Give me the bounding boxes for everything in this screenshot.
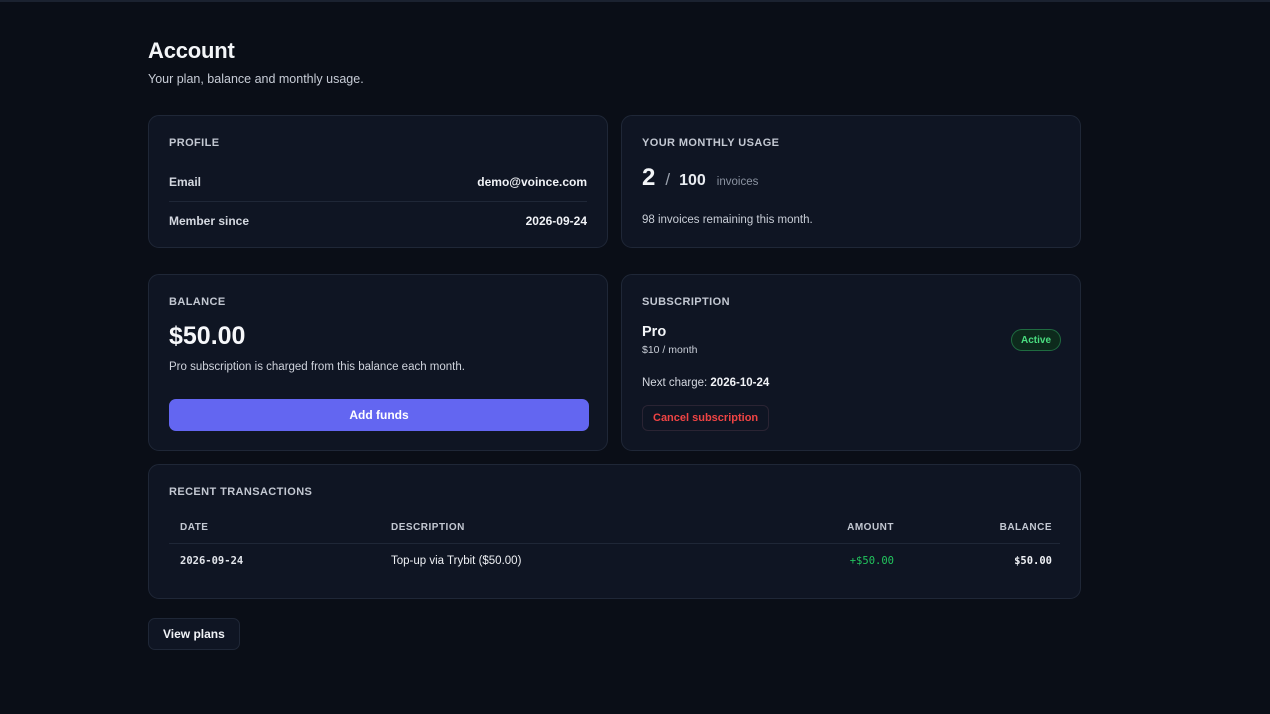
column-header-balance: BALANCE — [999, 522, 1052, 533]
monthly-usage-card: YOUR MONTHLY USAGE 2 / 100 invoices 98 i… — [621, 115, 1081, 248]
usage-remaining-text: 98 invoices remaining this month. — [642, 214, 813, 226]
next-charge: Next charge: 2026-10-24 — [642, 377, 769, 389]
balance-amount: $50.00 — [169, 322, 246, 350]
member-since-value: 2026-09-24 — [525, 214, 587, 228]
usage-used: 2 — [642, 164, 656, 191]
status-badge: Active — [1010, 329, 1061, 351]
page-subtitle: Your plan, balance and monthly usage. — [148, 72, 364, 86]
transaction-balance: $50.00 — [1014, 555, 1052, 567]
column-header-date: DATE — [180, 522, 209, 533]
divider — [169, 201, 587, 202]
next-charge-date: 2026-10-24 — [710, 377, 770, 389]
email-label: Email — [169, 175, 202, 189]
usage-separator: / — [665, 170, 671, 189]
recent-transactions-card: RECENT TRANSACTIONS DATE DESCRIPTION AMO… — [148, 464, 1081, 599]
cancel-subscription-button[interactable]: Cancel subscription — [642, 405, 770, 431]
usage-limit: 100 — [679, 172, 706, 189]
transaction-date: 2026-09-24 — [180, 555, 244, 567]
add-funds-button[interactable]: Add funds — [169, 399, 589, 431]
table-row: 2026-09-24 Top-up via Trybit ($50.00) +$… — [169, 544, 1060, 580]
view-plans-button[interactable]: View plans — [148, 618, 240, 650]
subscription-card-title: SUBSCRIPTION — [642, 296, 730, 308]
usage-unit: invoices — [716, 176, 759, 188]
balance-card-title: BALANCE — [169, 296, 226, 308]
transaction-description: Top-up via Trybit ($50.00) — [391, 555, 522, 567]
email-value: demo@voince.com — [477, 175, 587, 189]
column-header-description: DESCRIPTION — [391, 522, 465, 533]
column-header-amount: AMOUNT — [847, 522, 894, 533]
next-charge-label: Next charge: — [642, 377, 708, 389]
transaction-amount: +$50.00 — [849, 555, 894, 567]
email-row: Email demo@voince.com — [169, 172, 587, 192]
plan-price: $10 / month — [642, 344, 698, 356]
subscription-card: SUBSCRIPTION Pro $10 / month Active Next… — [621, 274, 1081, 451]
page-title: Account — [148, 38, 235, 63]
transactions-card-title: RECENT TRANSACTIONS — [169, 486, 313, 498]
profile-card: PROFILE Email demo@voince.com Member sin… — [148, 115, 608, 248]
member-since-label: Member since — [169, 214, 250, 228]
table-header: DATE DESCRIPTION AMOUNT BALANCE — [169, 519, 1060, 544]
top-border — [0, 0, 1270, 2]
member-since-row: Member since 2026-09-24 — [169, 211, 587, 231]
balance-card: BALANCE $50.00 Pro subscription is charg… — [148, 274, 608, 451]
usage-counter: 2 / 100 invoices — [642, 164, 758, 192]
transactions-table: DATE DESCRIPTION AMOUNT BALANCE 2026-09-… — [169, 519, 1060, 580]
usage-card-title: YOUR MONTHLY USAGE — [642, 137, 780, 149]
plan-name: Pro — [642, 324, 667, 340]
balance-note: Pro subscription is charged from this ba… — [169, 361, 465, 373]
profile-card-title: PROFILE — [169, 137, 220, 149]
